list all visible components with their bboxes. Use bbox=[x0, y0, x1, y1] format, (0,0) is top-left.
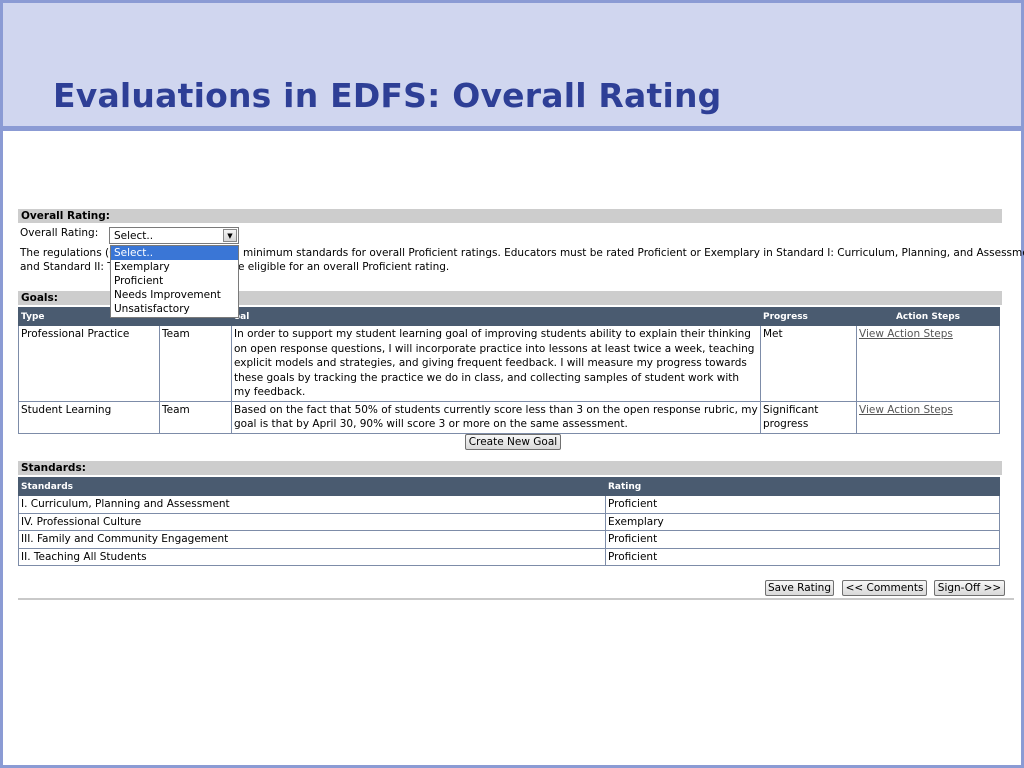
col-progress: Progress bbox=[760, 307, 857, 326]
goal-type: Professional Practice bbox=[18, 325, 160, 402]
standard-rating: Proficient bbox=[605, 495, 1000, 514]
view-action-steps-link[interactable]: View Action Steps bbox=[859, 404, 953, 416]
overall-rating-header: Overall Rating: bbox=[18, 209, 1002, 223]
table-row: I. Curriculum, Planning and Assessment P… bbox=[18, 495, 1000, 514]
goal-progress: Significant progress bbox=[760, 400, 857, 434]
standard-rating: Exemplary bbox=[605, 512, 1000, 531]
save-rating-button[interactable]: Save Rating bbox=[765, 580, 834, 596]
goals-table: Type oal Progress Action Steps Professio… bbox=[18, 307, 1000, 434]
standard-name: II. Teaching All Students bbox=[18, 547, 606, 566]
standard-rating: Proficient bbox=[605, 547, 1000, 566]
standards-table: Standards Rating I. Curriculum, Planning… bbox=[18, 477, 1000, 566]
standards-header-row: Standards Rating bbox=[18, 477, 1000, 496]
bottom-divider bbox=[18, 598, 1014, 600]
description-line1-left: The regulations (6 bbox=[20, 247, 116, 259]
goal-type: Student Learning bbox=[18, 400, 160, 434]
overall-rating-selected: Select.. bbox=[114, 230, 154, 242]
standards-header: Standards: bbox=[18, 461, 1002, 475]
standard-rating: Proficient bbox=[605, 530, 1000, 549]
comments-button[interactable]: << Comments bbox=[842, 580, 927, 596]
description-line2-right: e eligible for an overall Proficient rat… bbox=[238, 261, 450, 273]
overall-rating-dropdown[interactable]: Select.. Exemplary Proficient Needs Impr… bbox=[110, 245, 239, 318]
col-rating: Rating bbox=[605, 477, 1000, 496]
goal-action: View Action Steps bbox=[856, 400, 1000, 434]
col-goal: oal bbox=[231, 307, 761, 326]
standard-name: III. Family and Community Engagement bbox=[18, 530, 606, 549]
option-exemplary[interactable]: Exemplary bbox=[111, 260, 238, 274]
table-row: III. Family and Community Engagement Pro… bbox=[18, 530, 1000, 549]
chevron-down-icon[interactable]: ▼ bbox=[223, 229, 237, 242]
overall-rating-select[interactable]: Select.. ▼ bbox=[109, 227, 239, 244]
table-row: Professional Practice Team In order to s… bbox=[18, 325, 1000, 402]
slide-title: Evaluations in EDFS: Overall Rating bbox=[53, 76, 722, 115]
sign-off-button[interactable]: Sign-Off >> bbox=[934, 580, 1005, 596]
option-proficient[interactable]: Proficient bbox=[111, 274, 238, 288]
standard-name: IV. Professional Culture bbox=[18, 512, 606, 531]
overall-rating-label: Overall Rating: bbox=[20, 227, 99, 239]
table-row: Student Learning Team Based on the fact … bbox=[18, 400, 1000, 434]
table-row: IV. Professional Culture Exemplary bbox=[18, 512, 1000, 531]
table-row: II. Teaching All Students Proficient bbox=[18, 547, 1000, 566]
option-unsatisfactory[interactable]: Unsatisfactory bbox=[111, 302, 238, 316]
goal-action: View Action Steps bbox=[856, 325, 1000, 402]
create-new-goal-button[interactable]: Create New Goal bbox=[465, 434, 561, 450]
goal-text: In order to support my student learning … bbox=[231, 325, 761, 402]
description-line1-right: minimum standards for overall Proficient… bbox=[243, 247, 1024, 259]
option-select[interactable]: Select.. bbox=[111, 246, 238, 260]
view-action-steps-link[interactable]: View Action Steps bbox=[859, 328, 953, 340]
col-standards: Standards bbox=[18, 477, 606, 496]
goal-text: Based on the fact that 50% of students c… bbox=[231, 400, 761, 434]
option-needs-improvement[interactable]: Needs Improvement bbox=[111, 288, 238, 302]
col-action-steps: Action Steps bbox=[856, 307, 1000, 326]
title-rule bbox=[3, 126, 1021, 131]
description-line2-left: and Standard II: T bbox=[20, 261, 114, 273]
goal-owner: Team bbox=[159, 325, 232, 402]
goal-owner: Team bbox=[159, 400, 232, 434]
goal-progress: Met bbox=[760, 325, 857, 402]
standard-name: I. Curriculum, Planning and Assessment bbox=[18, 495, 606, 514]
